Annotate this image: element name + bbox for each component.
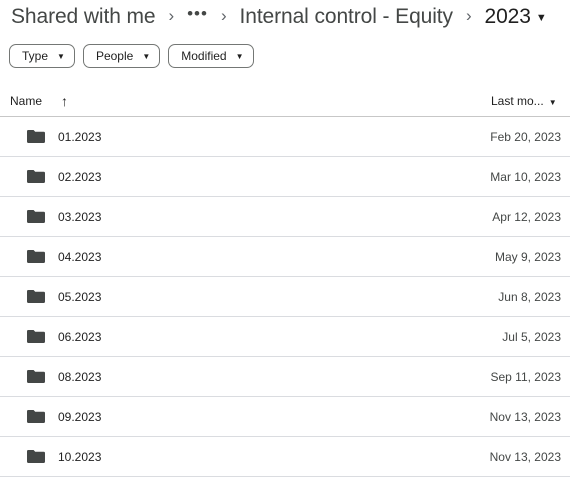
people-filter-chip[interactable]: People ▼ bbox=[82, 44, 161, 68]
folder-icon bbox=[27, 450, 45, 463]
filter-chips: Type ▼ People ▼ Modified ▼ bbox=[9, 44, 254, 68]
last-modified-date: Nov 13, 2023 bbox=[489, 449, 561, 464]
last-modified-date: Jun 8, 2023 bbox=[498, 289, 561, 304]
breadcrumb-shared-with-me[interactable]: Shared with me bbox=[11, 5, 156, 29]
breadcrumb-separator-icon: › bbox=[465, 6, 472, 25]
name-column-header[interactable]: Name bbox=[10, 94, 42, 108]
people-filter-label: People bbox=[95, 49, 134, 63]
caret-down-icon: ▼ bbox=[548, 98, 557, 107]
table-row[interactable]: 09.2023 Nov 13, 2023 bbox=[0, 397, 570, 437]
folder-icon bbox=[27, 130, 45, 143]
table-row[interactable]: 10.2023 Nov 13, 2023 bbox=[0, 437, 570, 477]
type-filter-label: Type bbox=[22, 49, 49, 63]
folder-name: 02.2023 bbox=[58, 169, 102, 184]
folder-name: 10.2023 bbox=[58, 449, 102, 464]
breadcrumb-overflow-button[interactable]: ••• bbox=[187, 4, 208, 24]
folder-icon bbox=[27, 410, 45, 423]
folder-icon bbox=[27, 370, 45, 383]
caret-down-icon: ▼ bbox=[142, 51, 151, 61]
caret-down-icon: ▼ bbox=[535, 12, 547, 24]
file-list: 01.2023 Feb 20, 2023 02.2023 Mar 10, 2023 03… bbox=[0, 117, 570, 477]
folder-name: 09.2023 bbox=[58, 409, 102, 424]
breadcrumb-separator-icon: › bbox=[220, 6, 227, 25]
breadcrumb-separator-icon: › bbox=[168, 6, 175, 25]
folder-icon bbox=[27, 290, 45, 303]
table-row[interactable]: 02.2023 Mar 10, 2023 bbox=[0, 157, 570, 197]
caret-down-icon: ▼ bbox=[235, 51, 244, 61]
last-modified-date: Feb 20, 2023 bbox=[490, 129, 561, 144]
folder-icon bbox=[27, 250, 45, 263]
table-row[interactable]: 03.2023 Apr 12, 2023 bbox=[0, 197, 570, 237]
folder-icon bbox=[27, 170, 45, 183]
folder-name: 03.2023 bbox=[58, 209, 102, 224]
folder-name: 04.2023 bbox=[58, 249, 102, 264]
last-modified-date: Nov 13, 2023 bbox=[489, 409, 561, 424]
current-folder-label: 2023 bbox=[484, 5, 531, 28]
table-row[interactable]: 01.2023 Feb 20, 2023 bbox=[0, 117, 570, 157]
caret-down-icon: ▼ bbox=[57, 51, 65, 61]
last-modified-date: Apr 12, 2023 bbox=[492, 209, 561, 224]
folder-name: 08.2023 bbox=[58, 369, 102, 384]
table-row[interactable]: 08.2023 Sep 11, 2023 bbox=[0, 357, 570, 397]
sort-arrow-up-icon[interactable]: ↑ bbox=[61, 93, 68, 109]
last-modified-date: Jul 5, 2023 bbox=[502, 329, 561, 344]
folder-icon bbox=[27, 330, 45, 343]
last-modified-date: Mar 10, 2023 bbox=[490, 169, 561, 184]
modified-filter-label: Modified bbox=[181, 49, 227, 63]
table-header: Name ↑ Last mo... ▼ bbox=[0, 86, 570, 117]
last-modified-column-header[interactable]: Last mo... ▼ bbox=[491, 94, 557, 108]
breadcrumb-current-folder[interactable]: 2023 ▼ bbox=[485, 5, 547, 29]
folder-name: 01.2023 bbox=[58, 129, 102, 144]
table-row[interactable]: 04.2023 May 9, 2023 bbox=[0, 237, 570, 277]
last-modified-label: Last mo... bbox=[491, 94, 544, 108]
folder-icon bbox=[27, 210, 45, 223]
type-filter-chip[interactable]: Type ▼ bbox=[9, 44, 75, 68]
breadcrumb-internal-control-equity[interactable]: Internal control - Equity bbox=[240, 5, 454, 29]
table-row[interactable]: 06.2023 Jul 5, 2023 bbox=[0, 317, 570, 357]
folder-name: 06.2023 bbox=[58, 329, 102, 344]
breadcrumb: Shared with me › ••• › Internal control … bbox=[11, 0, 570, 34]
last-modified-date: Sep 11, 2023 bbox=[490, 369, 561, 384]
last-modified-date: May 9, 2023 bbox=[494, 249, 561, 264]
folder-name: 05.2023 bbox=[58, 289, 102, 304]
modified-filter-chip[interactable]: Modified ▼ bbox=[168, 44, 254, 68]
table-row[interactable]: 05.2023 Jun 8, 2023 bbox=[0, 277, 570, 317]
